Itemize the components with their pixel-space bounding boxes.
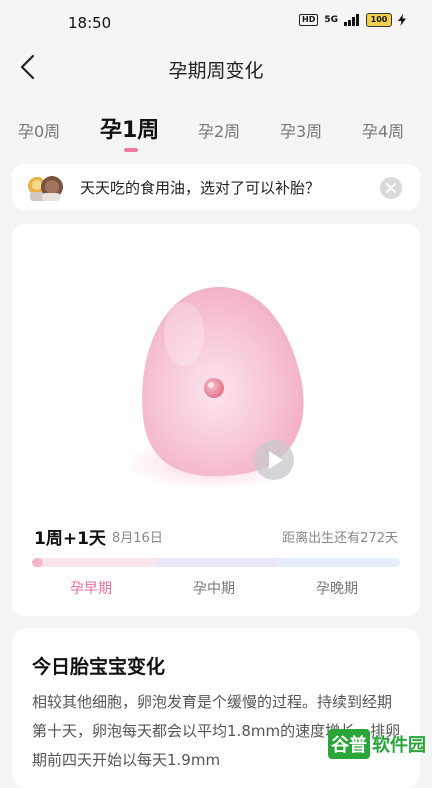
close-icon bbox=[386, 183, 396, 193]
page-title: 孕期周变化 bbox=[168, 60, 264, 82]
tip-banner[interactable]: 天天吃的食用油，选对了可以补胎？ bbox=[12, 164, 420, 210]
progress-segment-late bbox=[277, 558, 400, 567]
oil-bottle-icon bbox=[28, 176, 63, 201]
tab-week-3[interactable]: 孕3周 bbox=[280, 118, 322, 142]
status-icons: HD 5G 100 bbox=[299, 13, 406, 27]
tab-week-2[interactable]: 孕2周 bbox=[198, 118, 240, 142]
signal-icon bbox=[344, 14, 359, 26]
play-video-button[interactable] bbox=[254, 440, 294, 480]
fetus-card: 1周+1天 8月16日 距离出生还有272天 孕早期 孕中期 孕晚期 bbox=[12, 224, 420, 616]
tab-week-1[interactable]: 孕1周 bbox=[100, 112, 159, 144]
close-tip-button[interactable] bbox=[380, 177, 402, 199]
nav-bar: 孕期周变化 bbox=[0, 44, 432, 92]
tab-week-4[interactable]: 孕4周 bbox=[362, 118, 404, 142]
date-label: 8月16日 bbox=[112, 531, 163, 546]
stage-label-early[interactable]: 孕早期 bbox=[70, 578, 112, 598]
stage-label-mid[interactable]: 孕中期 bbox=[193, 578, 235, 598]
play-icon bbox=[269, 451, 283, 469]
week-tabs: 孕0周 孕1周 孕2周 孕3周 孕4周 bbox=[0, 104, 432, 156]
pregnancy-progress-bar bbox=[32, 558, 400, 567]
tip-text[interactable]: 天天吃的食用油，选对了可以补胎？ bbox=[80, 177, 320, 198]
progress-fill bbox=[32, 558, 44, 567]
charging-icon bbox=[398, 14, 406, 26]
watermark-part1: 谷普 bbox=[328, 729, 370, 759]
watermark-part2: 软件园 bbox=[372, 735, 426, 756]
birth-countdown: 距离出生还有272天 bbox=[282, 531, 398, 546]
stage-label-late[interactable]: 孕晚期 bbox=[316, 578, 358, 598]
status-time: 18:50 bbox=[68, 14, 112, 32]
network-label: 5G bbox=[324, 15, 338, 25]
daily-change-card: 今日胎宝宝变化 相较其他细胞，卵泡发育是个缓慢的过程。持续到经期第十天，卵泡每天… bbox=[12, 628, 420, 788]
battery-icon: 100 bbox=[366, 13, 392, 27]
hd-icon: HD bbox=[299, 14, 319, 26]
progress-segment-early bbox=[32, 558, 155, 567]
embryo-illustration bbox=[122, 287, 304, 490]
change-title: 今日胎宝宝变化 bbox=[32, 656, 166, 678]
week-day-label: 1周+1天 bbox=[34, 529, 106, 549]
progress-segment-mid bbox=[154, 558, 278, 567]
watermark-logo: 谷普 软件园 bbox=[328, 726, 426, 762]
tab-indicator bbox=[124, 148, 138, 152]
tab-week-0[interactable]: 孕0周 bbox=[18, 118, 60, 142]
status-bar: 18:50 HD 5G 100 bbox=[0, 0, 432, 44]
